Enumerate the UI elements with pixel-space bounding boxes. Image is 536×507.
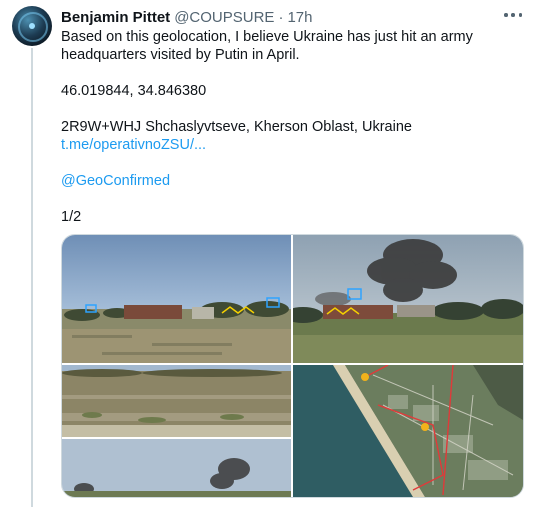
author-handle[interactable]: @COUPSURE — [174, 9, 274, 26]
tweet-line-1: Based on this geolocation, I believe Ukr… — [61, 29, 473, 45]
telegram-link[interactable]: t.me/operativnoZSU/... — [61, 137, 206, 153]
tweet-plus-code: 2R9W+WHJ Shchaslyvtseve, Kherson Oblast,… — [61, 119, 412, 135]
photo-2[interactable] — [293, 235, 523, 363]
header-separator: · — [278, 8, 284, 26]
tweet-coordinates: 46.019844, 34.846380 — [61, 83, 207, 99]
media-grid — [61, 234, 524, 498]
more-dot — [511, 13, 515, 17]
avatar[interactable] — [12, 6, 52, 46]
tweet-text: Based on this geolocation, I believe Ukr… — [61, 28, 521, 226]
photo-4[interactable] — [293, 365, 523, 497]
more-dot — [518, 13, 522, 17]
photo-1[interactable] — [62, 235, 291, 363]
tweet-timestamp[interactable]: 17h — [287, 9, 312, 26]
more-dot — [504, 13, 508, 17]
more-options-icon[interactable] — [504, 10, 522, 20]
avatar-dot — [29, 23, 35, 29]
smoke-icon — [293, 235, 523, 363]
author-name[interactable]: Benjamin Pittet — [61, 9, 170, 26]
landscape-icon — [62, 235, 291, 363]
photo-3[interactable] — [62, 365, 291, 497]
landscape-icon — [62, 365, 291, 497]
tweet-line-2: headquarters visited by Putin in April. — [61, 47, 300, 63]
thread-line — [31, 48, 33, 507]
geoconfirmed-mention[interactable]: @GeoConfirmed — [61, 173, 170, 189]
thread-counter: 1/2 — [61, 209, 82, 225]
tweet-header: Benjamin Pittet @COUPSURE · 17h — [61, 7, 520, 27]
map-icon — [293, 365, 523, 497]
